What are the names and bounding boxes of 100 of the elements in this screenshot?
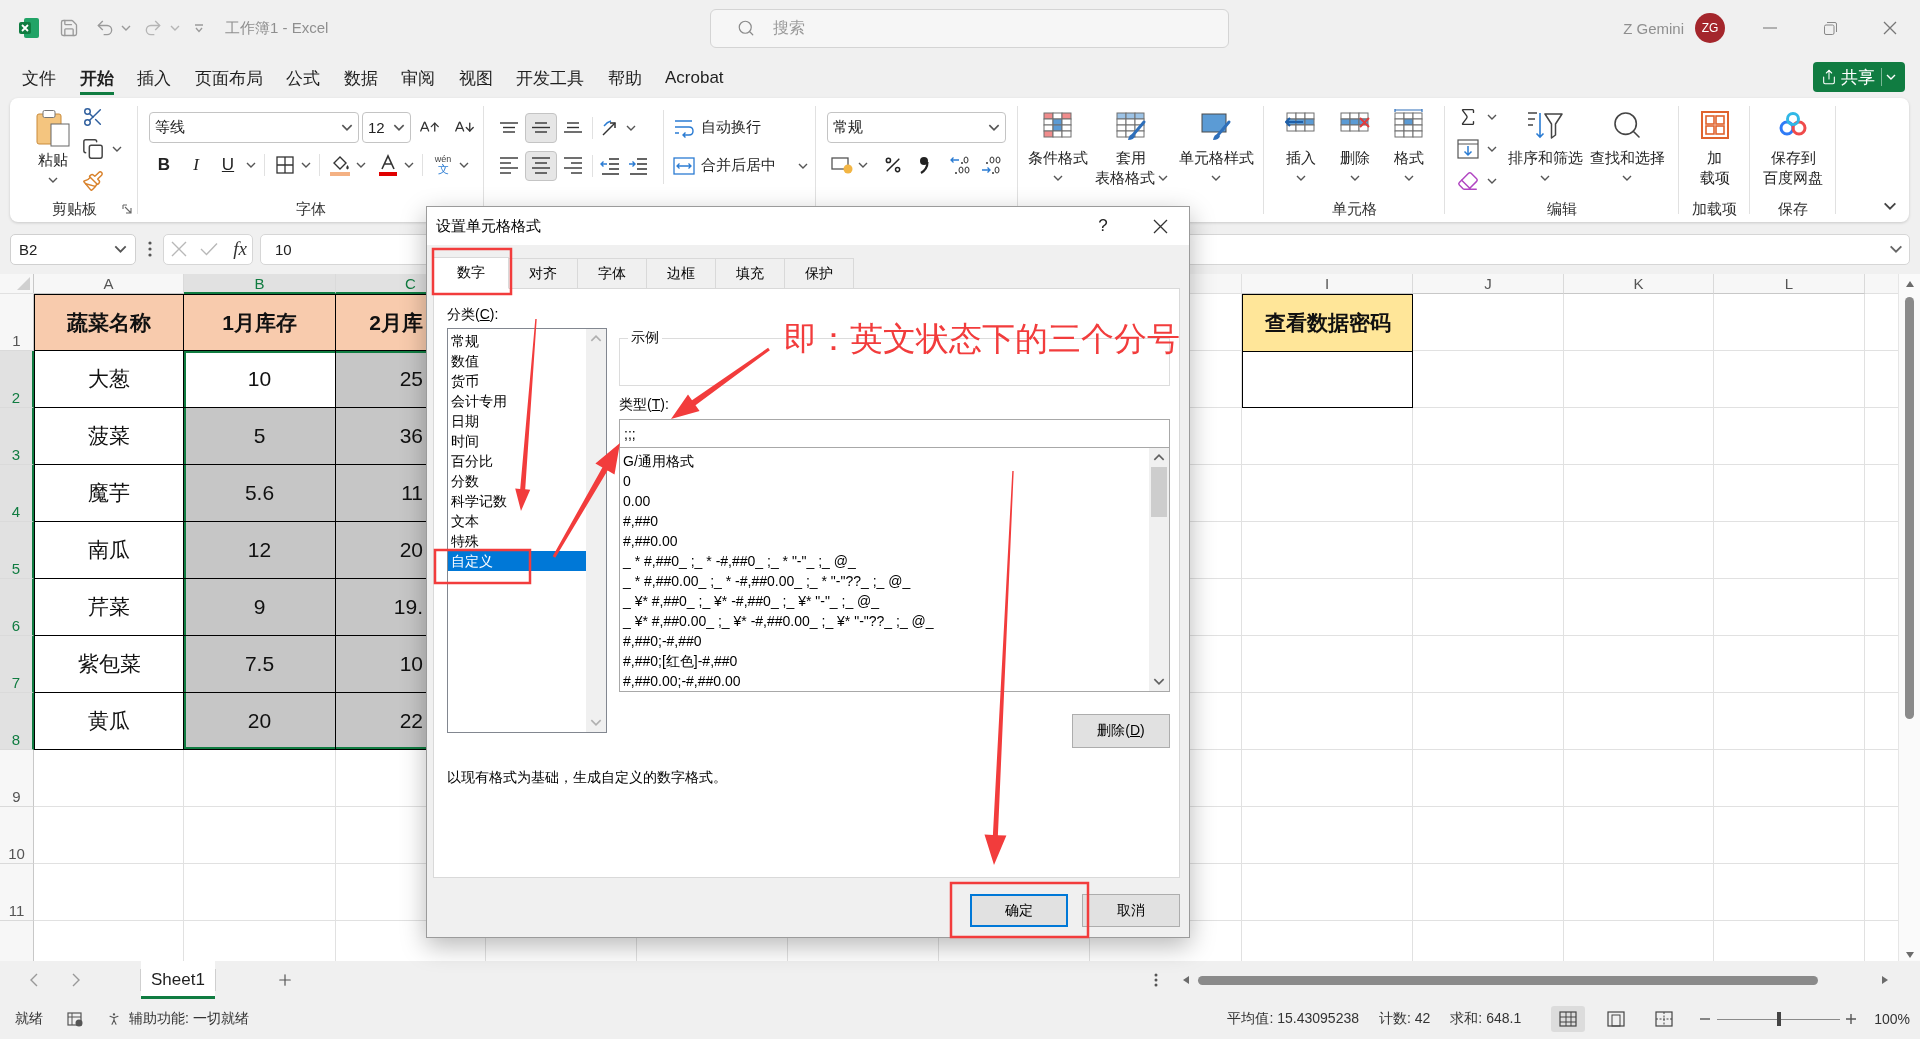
share-button[interactable]: 共享 [1813,62,1905,92]
column-header[interactable]: L [1714,274,1865,294]
dialog-tab[interactable]: 数字 [433,257,509,289]
app-logo-icon[interactable] [18,17,40,39]
caret-icon[interactable] [626,124,636,131]
scroll-down-icon[interactable] [1153,678,1165,685]
column-header[interactable]: K [1564,274,1714,294]
zoom-level[interactable]: 100% [1874,1011,1910,1027]
find-select-button[interactable]: 查找和选择 [1589,98,1665,198]
paintbrush-icon[interactable] [82,170,104,192]
percent-icon[interactable] [883,155,903,175]
accessibility-status[interactable]: 辅助功能: 一切就绪 [129,1010,249,1028]
menu-tab[interactable]: 公式 [286,59,320,95]
decrease-decimal-icon[interactable] [981,155,1003,175]
cancel-button[interactable]: 取消 [1082,894,1180,927]
format-item[interactable]: 0 [620,471,1149,491]
borders-icon[interactable] [276,156,294,174]
menu-tab[interactable]: 文件 [22,59,56,95]
row-header[interactable]: 3 [0,408,34,465]
caret-icon[interactable] [459,162,469,168]
menu-tab[interactable]: 数据 [343,59,378,95]
column-header[interactable]: A [34,274,184,294]
format-item[interactable]: #,##0 [620,511,1149,531]
format-item[interactable]: _ ¥* #,##0.00_ ;_ ¥* -#,##0.00_ ;_ ¥* "-"??_ ;_ @_ [620,611,1149,631]
comma-icon[interactable] [919,156,929,174]
row-header[interactable]: 4 [0,465,34,522]
scroll-right-icon[interactable] [1882,976,1888,984]
help-button[interactable]: ? [1083,207,1123,245]
dialog-tab[interactable]: 保护 [784,258,854,288]
conditional-format-button[interactable]: 条件格式 [1024,98,1092,198]
scroll-down-icon[interactable] [1905,952,1914,958]
caret-icon[interactable] [858,162,868,168]
sheet-tab[interactable]: Sheet1 [141,961,215,999]
format-item[interactable]: 0.00 [620,491,1149,511]
restore-icon[interactable] [1823,21,1837,35]
dots-icon[interactable] [147,241,152,257]
menu-tab[interactable]: Acrobat [665,61,724,93]
caret-icon[interactable] [1487,178,1497,184]
copy-icon[interactable] [82,138,104,160]
fill-down-icon[interactable] [1457,139,1479,159]
italic-button[interactable]: I [180,151,212,179]
underline-button[interactable]: U [212,151,244,179]
delete-button[interactable]: 删除(D) [1072,714,1170,748]
decrease-indent-icon[interactable] [600,156,620,175]
row-header[interactable]: 2 [0,351,34,408]
paste-button[interactable]: 粘贴 [26,98,80,198]
caret-icon[interactable] [246,162,256,168]
caret-icon[interactable] [112,146,122,152]
add-ins-button[interactable]: 加 载项 [1679,98,1750,198]
menu-tab[interactable]: 视图 [458,59,493,95]
format-item[interactable]: G/通用格式 [620,451,1149,471]
caret-icon[interactable] [1883,202,1897,210]
scrollbar-thumb[interactable] [1905,297,1914,719]
zoom-slider-thumb[interactable] [1776,1012,1781,1026]
save-to-cloud-button[interactable]: 保存到 百度网盘 [1750,98,1836,198]
caret-icon[interactable] [356,162,366,168]
scroll-up-icon[interactable] [1153,454,1165,461]
row-header[interactable]: 6 [0,579,34,636]
menu-tab[interactable]: 开发工具 [516,59,584,95]
macro-record-icon[interactable] [67,1011,83,1027]
format-item[interactable]: #,##0;[红色]-#,##0 [620,651,1149,671]
format-item[interactable]: #,##0.00;-#,##0.00 [620,671,1149,691]
row-header[interactable]: 8 [0,693,34,750]
category-item[interactable]: 自定义 [448,551,586,571]
cell-styles-button[interactable]: 单元格样式 [1174,98,1258,198]
number-format-combobox[interactable]: 常规 [827,112,1006,143]
delete-cells-button[interactable]: 删除 [1328,98,1382,198]
bold-button[interactable]: B [148,151,180,179]
close-icon[interactable] [1152,218,1168,234]
font-size-combobox[interactable]: 12 [362,112,411,143]
merge-center-button[interactable]: 合并后居中 [673,156,808,175]
increase-indent-icon[interactable] [628,156,648,175]
caret-icon[interactable] [1487,114,1497,120]
eraser-icon[interactable] [1457,170,1479,192]
caret-icon[interactable] [1487,146,1497,152]
phonetic-guide-button[interactable]: wén 文 [429,151,457,179]
dots-icon[interactable] [1154,973,1158,987]
increase-decimal-icon[interactable] [950,155,972,175]
scissors-icon[interactable] [82,106,104,128]
column-header[interactable]: J [1413,274,1564,294]
format-cells-button[interactable]: 格式 [1382,98,1436,198]
search-field[interactable]: 搜索 [710,8,1229,48]
format-item[interactable]: #,##0.00 [620,531,1149,551]
scrollbar-thumb[interactable] [1198,975,1818,985]
menu-tab[interactable]: 插入 [137,59,171,95]
format-item[interactable]: _ * #,##0_ ;_ * -#,##0_ ;_ * "-"_ ;_ @_ [620,551,1149,571]
scrollbar-thumb[interactable] [1151,467,1167,517]
view-button[interactable] [1551,1006,1586,1032]
font-name-combobox[interactable]: 等线 [149,112,359,143]
accessibility-icon[interactable] [106,1011,122,1027]
wrap-text-button[interactable]: 自动换行 [673,117,761,138]
menu-tab[interactable]: 帮助 [607,59,642,95]
menu-tab[interactable]: 审阅 [401,59,435,95]
align-middle-button[interactable] [525,112,557,143]
sort-filter-button[interactable]: 排序和筛选 [1507,98,1583,198]
scroll-up-icon[interactable] [1905,281,1914,287]
column-header[interactable]: B [184,274,336,294]
column-header[interactable]: I [1242,274,1413,294]
menu-tab[interactable]: 页面布局 [194,59,263,95]
dialog-launcher-icon[interactable] [122,204,132,214]
